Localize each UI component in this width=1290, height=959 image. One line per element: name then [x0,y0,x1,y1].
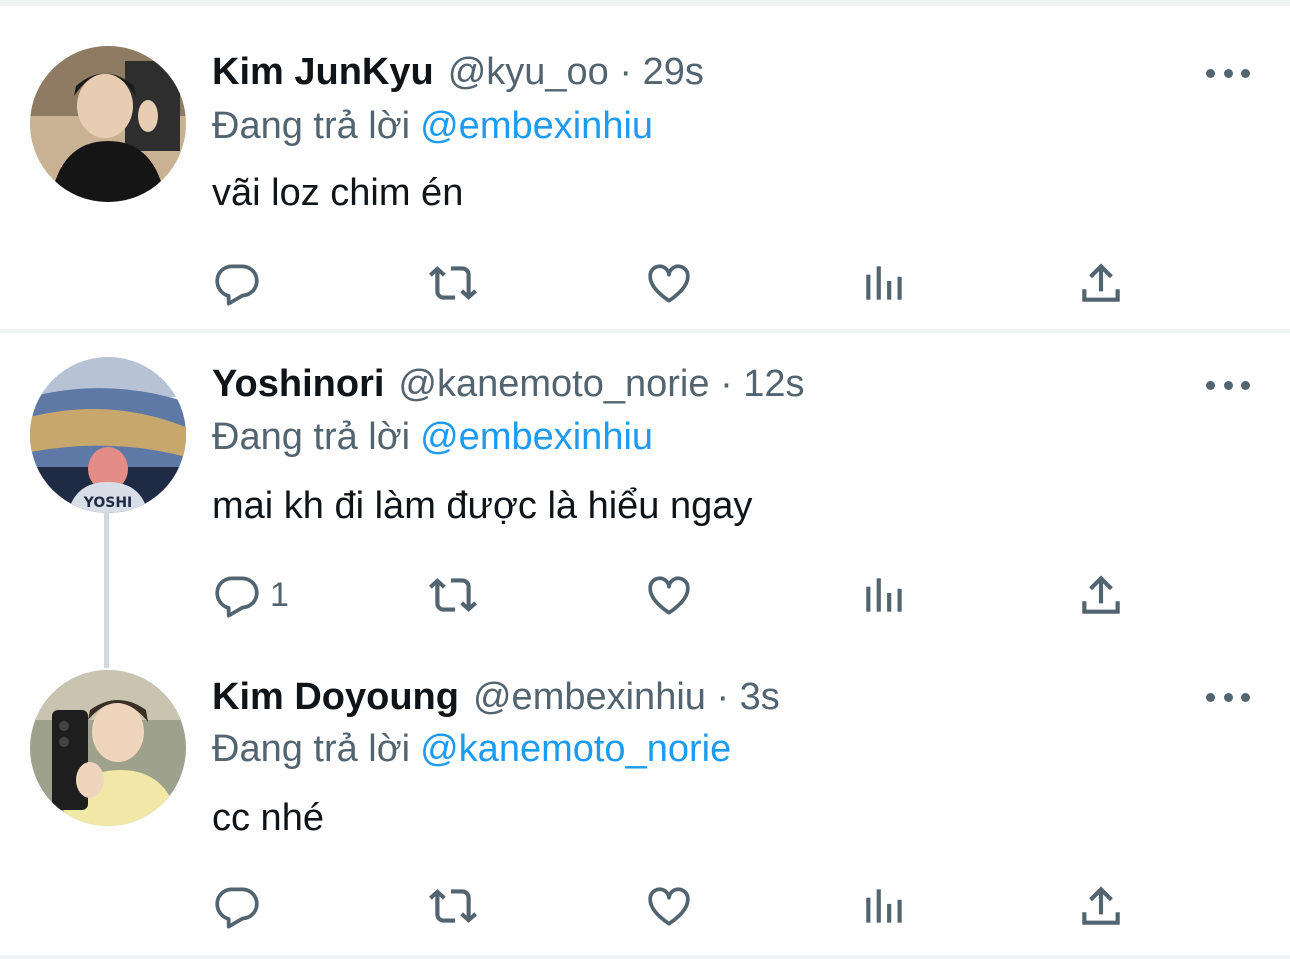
handle-and-time[interactable]: @kanemoto_norie · 12s [398,360,804,408]
reply-icon [215,887,259,929]
avatar[interactable]: YOSHI [30,357,186,513]
views-button[interactable] [860,570,910,620]
tweet-3[interactable]: Kim Doyoung @embexinhiu · 3s Đang trả lờ… [0,663,1290,955]
mention-link[interactable]: @kanemoto_norie [420,728,731,770]
retweet-button[interactable] [428,570,478,620]
display-name[interactable]: Kim JunKyu [212,48,434,96]
reply-button[interactable] [212,258,270,308]
tweet-text: mai kh đi làm được là hiểu ngay [212,485,753,527]
heart-icon [648,887,690,926]
views-icon [866,266,902,300]
avatar[interactable] [30,670,186,826]
retweet-icon [429,889,477,923]
share-icon [1082,886,1120,925]
retweet-button[interactable] [428,258,478,308]
replying-to: Đang trả lời @embexinhiu [212,102,653,150]
views-icon [866,889,902,923]
views-icon [866,578,902,612]
share-button[interactable] [1076,570,1126,620]
tweet-header: Kim Doyoung @embexinhiu · 3s [212,673,780,721]
replying-to-label: Đang trả lời [212,416,411,458]
tweet-header: Yoshinori @kanemoto_norie · 12s [212,360,805,408]
tweet-header: Kim JunKyu @kyu_oo · 29s [212,48,704,96]
views-button[interactable] [860,881,910,931]
tweet-text: cc nhé [212,797,324,839]
tweet-text: vãi loz chim én [212,172,464,214]
thread-connector [104,512,109,668]
more-icon[interactable] [1206,375,1250,395]
display-name[interactable]: Kim Doyoung [212,673,459,721]
reply-button[interactable]: 1 [212,570,289,620]
like-button[interactable] [644,881,694,931]
retweet-icon [429,266,477,300]
more-icon[interactable] [1206,687,1250,707]
tweet-1[interactable]: Kim JunKyu @kyu_oo · 29s Đang trả lời @em… [0,0,1290,330]
retweet-button[interactable] [428,881,478,931]
handle-and-time[interactable]: @embexinhiu · 3s [473,673,780,721]
heart-icon [648,264,690,303]
share-button[interactable] [1076,258,1126,308]
avatar[interactable] [30,46,186,202]
share-icon [1082,575,1120,614]
share-icon [1082,263,1120,302]
reply-icon [215,264,259,306]
views-button[interactable] [860,258,910,308]
reply-count: 1 [270,576,289,614]
share-button[interactable] [1076,881,1126,931]
retweet-icon [429,578,477,612]
replying-to-label: Đang trả lời [212,105,411,147]
more-icon[interactable] [1206,63,1250,83]
reply-button[interactable] [212,881,270,931]
svg-text:YOSHI: YOSHI [83,495,133,511]
like-button[interactable] [644,258,694,308]
replying-to: Đang trả lời @kanemoto_norie [212,725,731,773]
tweet-2[interactable]: YOSHI Yoshinori @kanemoto_norie · 12s Đa… [0,333,1290,663]
mention-link[interactable]: @embexinhiu [420,416,653,458]
handle-and-time[interactable]: @kyu_oo · 29s [448,48,704,96]
reply-icon [215,576,259,618]
display-name[interactable]: Yoshinori [212,360,384,408]
replying-to-label: Đang trả lời [212,728,411,770]
replying-to: Đang trả lời @embexinhiu [212,413,653,461]
mention-link[interactable]: @embexinhiu [420,105,653,147]
tweet-divider [0,955,1290,959]
heart-icon [648,576,690,615]
like-button[interactable] [644,570,694,620]
